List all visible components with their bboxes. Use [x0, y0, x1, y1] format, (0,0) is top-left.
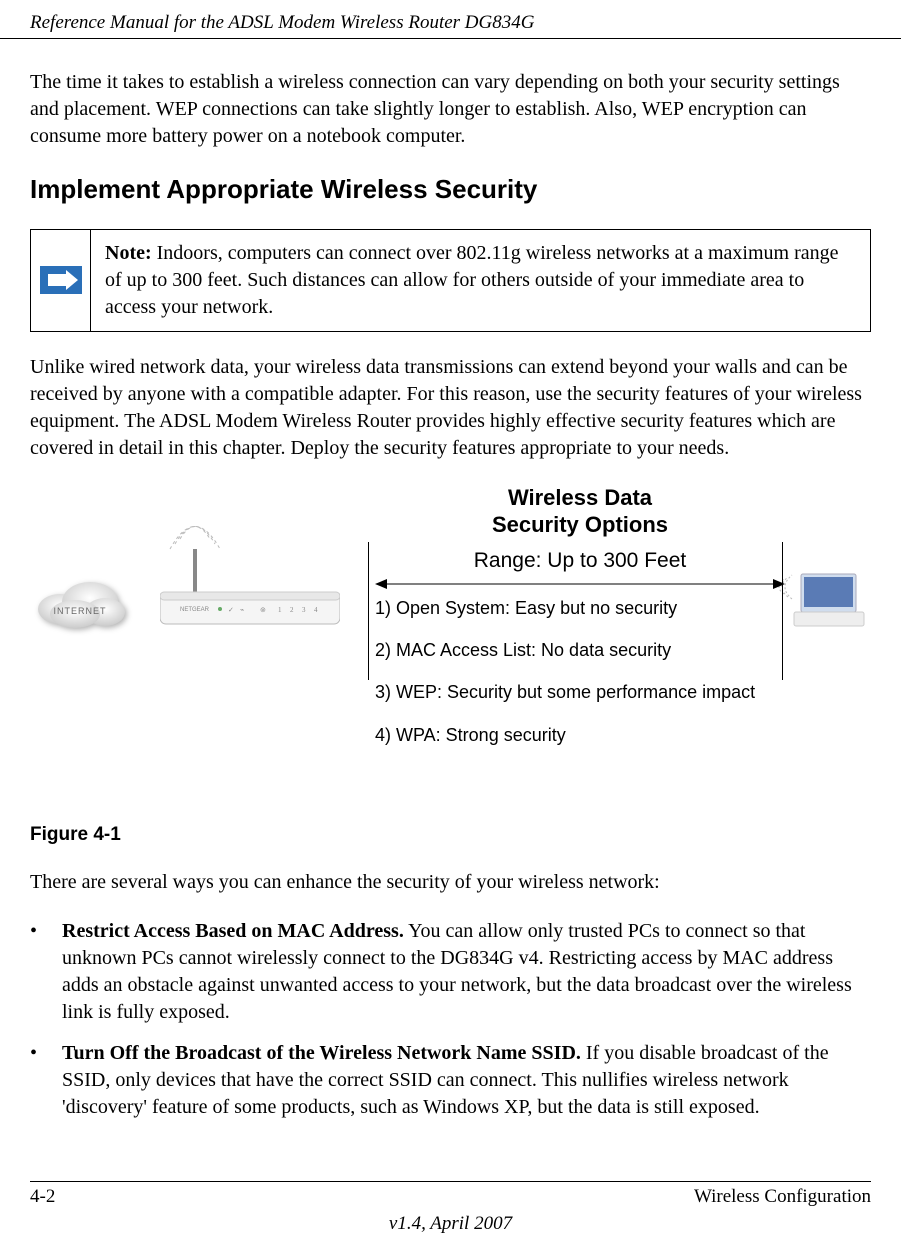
cloud-label: INTERNET	[54, 606, 107, 616]
section-heading: Implement Appropriate Wireless Security	[30, 172, 871, 207]
running-header: Reference Manual for the ADSL Modem Wire…	[0, 0, 901, 39]
option-mac-access: 2) MAC Access List: No data security	[375, 638, 875, 662]
svg-text:✓: ✓	[228, 606, 234, 614]
intro-paragraph: The time it takes to establish a wireles…	[30, 69, 871, 150]
svg-text:2: 2	[290, 606, 294, 614]
note-box: Note: Indoors, computers can connect ove…	[30, 229, 871, 332]
page-footer: 4-2 Wireless Configuration v1.4, April 2…	[30, 1181, 871, 1237]
figure-caption: Figure 4-1	[30, 822, 871, 848]
page-number: 4-2	[30, 1184, 55, 1210]
diagram-title: Wireless Data Security Options	[375, 484, 785, 539]
bullet-bold: Turn Off the Broadcast of the Wireless N…	[62, 1042, 581, 1064]
bullet-mac-restrict: • Restrict Access Based on MAC Address. …	[30, 918, 871, 1026]
option-wpa: 4) WPA: Strong security	[375, 723, 875, 747]
option-wep: 3) WEP: Security but some performance im…	[375, 680, 875, 704]
figure-diagram: INTERNET NETGEAR ✓ ⌁ ⊚ 1 2 3	[30, 484, 871, 814]
internet-cloud-icon: INTERNET	[30, 574, 130, 629]
option-open-system: 1) Open System: Easy but no security	[375, 596, 875, 620]
range-arrow-icon	[375, 574, 785, 594]
svg-text:NETGEAR: NETGEAR	[180, 607, 210, 613]
bracket-left	[368, 542, 369, 680]
security-options-list: 1) Open System: Easy but no security 2) …	[375, 596, 875, 765]
svg-text:⌁: ⌁	[240, 606, 244, 614]
note-label: Note:	[105, 242, 152, 264]
bullet-marker: •	[30, 1040, 62, 1121]
bullet-ssid-broadcast: • Turn Off the Broadcast of the Wireless…	[30, 1040, 871, 1121]
bullet-marker: •	[30, 918, 62, 1026]
svg-text:4: 4	[314, 606, 318, 614]
svg-text:⊚: ⊚	[260, 606, 266, 614]
section-name: Wireless Configuration	[694, 1184, 871, 1210]
note-icon-cell	[31, 230, 91, 331]
enhance-intro: There are several ways you can enhance t…	[30, 869, 871, 896]
router-icon: NETGEAR ✓ ⌁ ⊚ 1 2 3 4	[160, 504, 340, 634]
note-text: Note: Indoors, computers can connect ove…	[91, 230, 870, 331]
security-paragraph: Unlike wired network data, your wireless…	[30, 354, 871, 462]
note-body: Indoors, computers can connect over 802.…	[105, 242, 838, 318]
arrow-right-icon	[40, 266, 82, 294]
range-label: Range: Up to 300 Feet	[375, 547, 785, 575]
svg-text:1: 1	[278, 606, 282, 614]
svg-text:3: 3	[302, 606, 306, 614]
bullet-bold: Restrict Access Based on MAC Address.	[62, 920, 404, 942]
version-date: v1.4, April 2007	[30, 1211, 871, 1237]
